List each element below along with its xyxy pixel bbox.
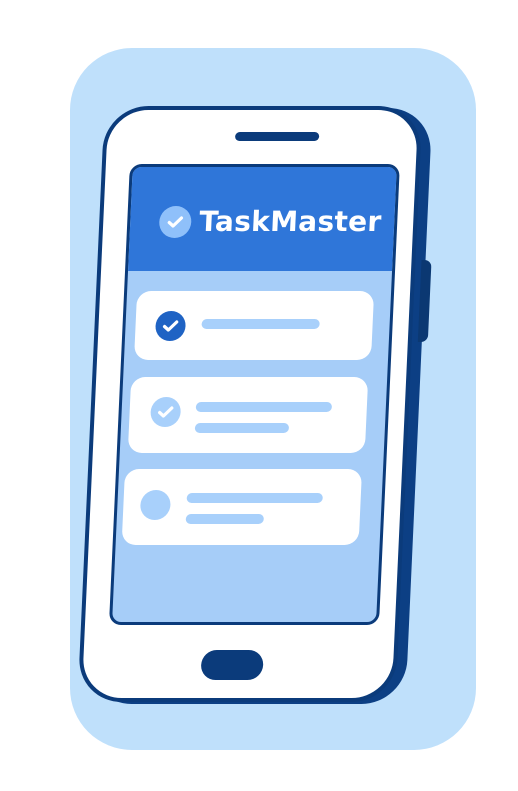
task-title-placeholder	[195, 402, 333, 412]
task-card-pending[interactable]	[121, 469, 363, 545]
phone-screen: TaskMaster	[108, 164, 400, 625]
checkmark-circle-icon[interactable]	[149, 397, 182, 427]
checkmark-circle-icon	[158, 206, 192, 238]
task-subtitle-placeholder	[185, 514, 265, 524]
task-subtitle-placeholder	[194, 423, 290, 433]
task-card-completed[interactable]	[127, 377, 369, 453]
phone-frame: TaskMaster	[77, 106, 432, 702]
phone-speaker	[234, 132, 320, 141]
task-card-completed[interactable]	[133, 291, 375, 360]
task-title-placeholder	[201, 319, 320, 329]
task-title-placeholder	[186, 493, 323, 503]
home-button[interactable]	[200, 650, 264, 680]
app-brand: TaskMaster	[158, 205, 383, 238]
empty-circle-icon[interactable]	[139, 490, 172, 520]
illustration-scene: TaskMaster	[0, 0, 518, 791]
phone-illustration: TaskMaster	[77, 106, 433, 704]
app-header: TaskMaster	[128, 167, 397, 271]
checkmark-circle-icon[interactable]	[154, 311, 187, 341]
app-title: TaskMaster	[198, 205, 383, 238]
